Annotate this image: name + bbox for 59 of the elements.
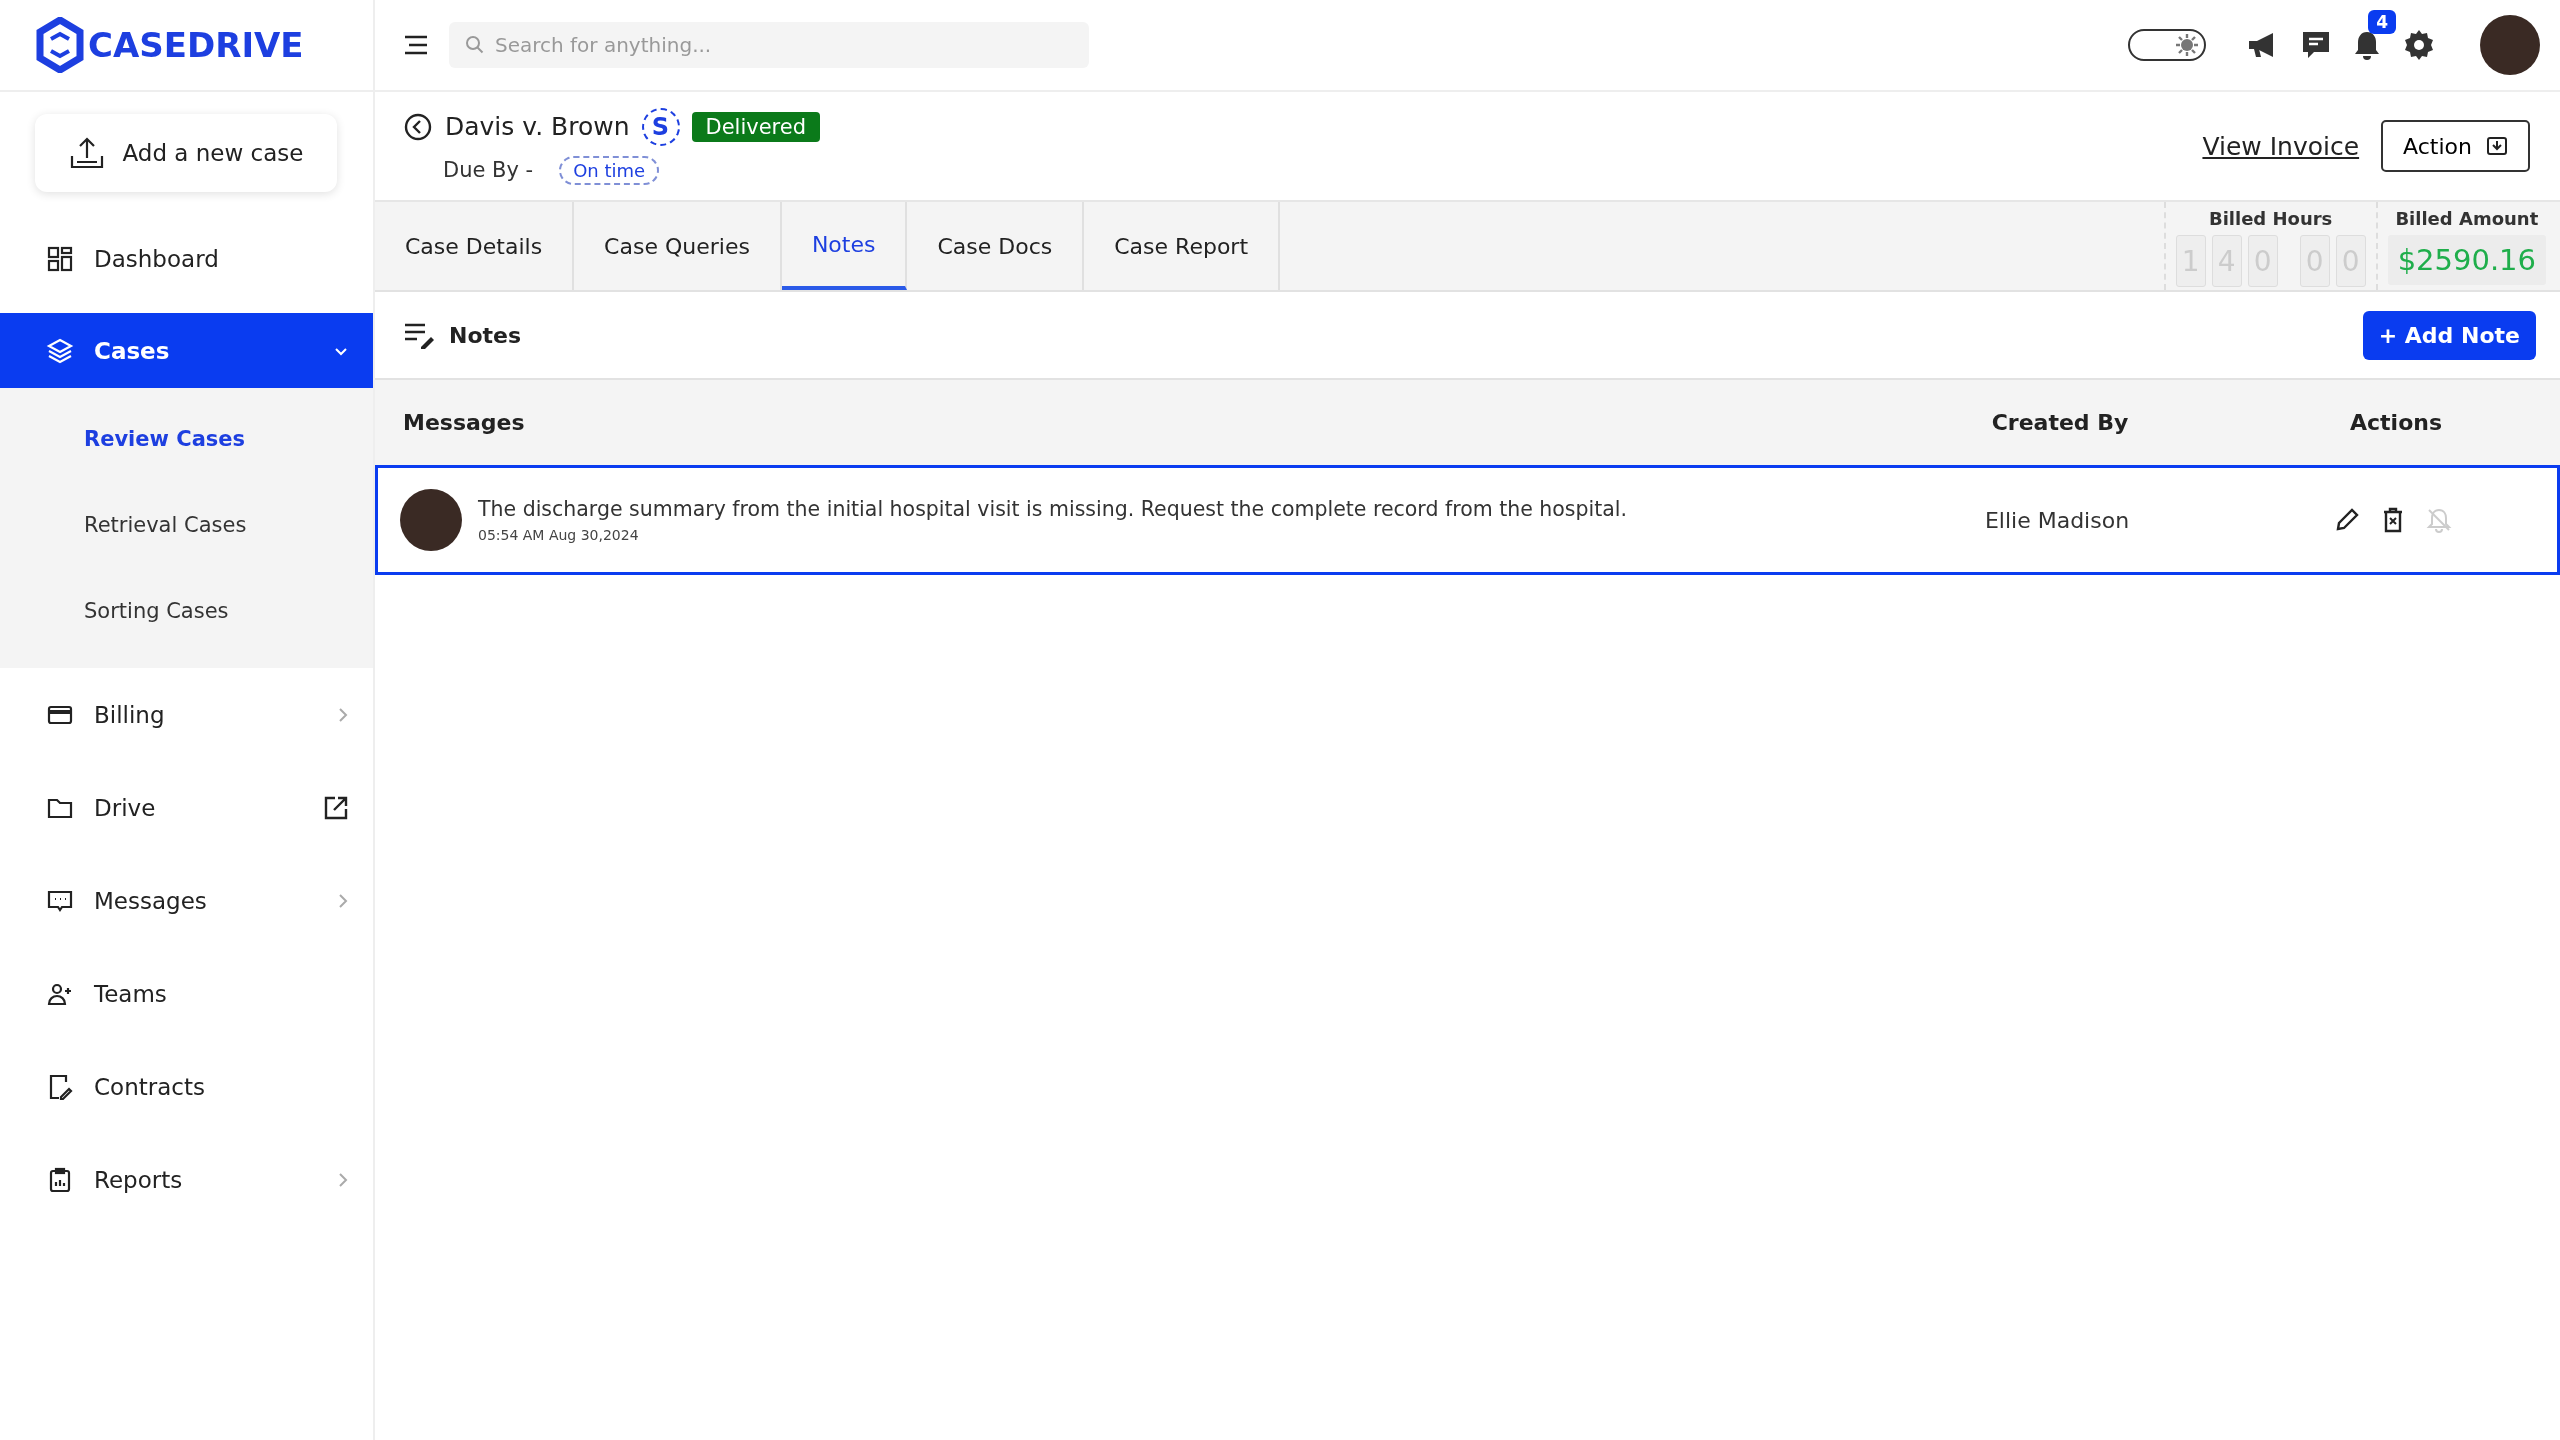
status-badge: Delivered xyxy=(691,111,821,142)
billed-amount-label: Billed Amount xyxy=(2395,208,2539,229)
due-label: Due By - xyxy=(443,158,534,182)
chevron-icon xyxy=(337,892,349,909)
nav-item[interactable]: Billing xyxy=(0,677,373,752)
chat-icon[interactable] xyxy=(2300,29,2332,61)
nav-item[interactable]: Dashboard xyxy=(0,221,373,296)
logo-icon xyxy=(36,17,84,73)
action-button[interactable]: Action xyxy=(2381,120,2530,172)
case-title: Davis v. Brown xyxy=(445,112,630,141)
due-status-badge: On time xyxy=(559,155,660,185)
note-message: The discharge summary from the initial hospital visit is missing. Request the complete record from the hospital. xyxy=(478,497,1628,521)
initial-badge: S xyxy=(641,107,680,146)
submenu-item[interactable]: Sorting Cases xyxy=(0,568,373,654)
note-row[interactable]: The discharge summary from the initial hospital visit is missing. Request the complete record from the hospital. 05:54 AM Aug 30,2024 Ellie Madison xyxy=(375,465,2560,575)
column-header: Actions xyxy=(2349,410,2443,435)
note-timestamp: 05:54 AM Aug 30,2024 xyxy=(478,527,640,543)
notes-title: Notes xyxy=(449,322,522,348)
sun-icon xyxy=(2174,32,2200,58)
settings-icon[interactable] xyxy=(2402,28,2436,62)
search-field[interactable]: Search for anything... xyxy=(449,22,1089,68)
grid-icon xyxy=(46,244,74,273)
column-header: Created By xyxy=(1990,410,2130,435)
tab[interactable]: Notes xyxy=(781,202,908,290)
menu-icon[interactable] xyxy=(403,34,429,56)
notification-badge: 4 xyxy=(2368,10,2396,34)
nav-item[interactable]: Teams xyxy=(0,956,373,1031)
nav-item[interactable]: Cases xyxy=(0,313,373,388)
delete-icon[interactable] xyxy=(2382,507,2404,533)
notes-icon xyxy=(403,321,437,349)
view-invoice-link[interactable]: View Invoice xyxy=(2202,131,2360,161)
tab[interactable]: Case Report xyxy=(1084,202,1280,290)
tab[interactable]: Case Details xyxy=(375,202,575,290)
submenu-item[interactable]: Review Cases xyxy=(0,396,373,482)
user-avatar[interactable] xyxy=(2480,15,2540,75)
created-by-cell-text: Ellie Madison xyxy=(1983,507,2131,533)
nav-item[interactable]: Reports xyxy=(0,1142,373,1217)
brand-name: CASEDRIVE xyxy=(88,25,304,65)
external-link-icon xyxy=(323,794,349,821)
column-header: Messages xyxy=(403,410,526,435)
chevron-icon xyxy=(337,1171,349,1188)
billed-hours-label: Billed Hours xyxy=(2208,208,2333,229)
tab[interactable]: Case Docs xyxy=(907,202,1085,290)
nav-item[interactable]: Drive xyxy=(0,770,373,845)
theme-toggle[interactable] xyxy=(2128,29,2206,61)
tab[interactable]: Case Queries xyxy=(574,202,782,290)
add-note-button[interactable]: + Add Note xyxy=(2362,310,2536,360)
back-icon[interactable] xyxy=(403,111,433,142)
download-icon xyxy=(2486,135,2508,157)
nav-item[interactable]: Contracts xyxy=(0,1049,373,1124)
chevron-icon xyxy=(337,706,349,723)
layers-icon xyxy=(46,336,74,365)
edit-icon[interactable] xyxy=(2334,507,2360,533)
submenu-item[interactable]: Retrieval Cases xyxy=(0,482,373,568)
nav-item[interactable]: Messages xyxy=(0,863,373,938)
search-icon xyxy=(465,35,485,55)
upload-icon xyxy=(68,136,105,170)
billed-amount: $2590.16 xyxy=(2387,235,2546,285)
add-case-button[interactable]: Add a new case xyxy=(35,114,337,192)
